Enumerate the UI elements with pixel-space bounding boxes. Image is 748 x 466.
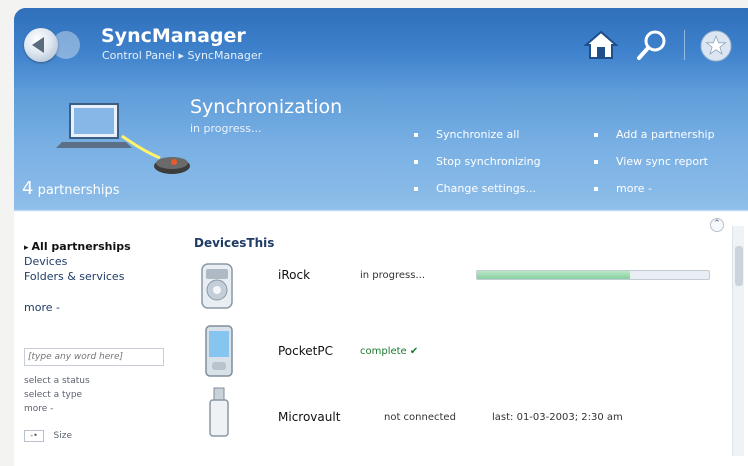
list-header: DevicesThis [194, 236, 275, 250]
syncmanager-window: SyncManager Control Panel ▸ SyncManager [14, 8, 748, 466]
add-partnership-label: Add a partnership [616, 128, 715, 141]
partnerships-count: 4 partnerships [22, 178, 120, 199]
device-name: iRock [278, 268, 311, 282]
back-arrow-icon [32, 37, 44, 53]
collapse-icon[interactable]: ⌃ [710, 218, 724, 232]
synchronize-all-label: Synchronize all [436, 128, 520, 141]
stop-synchronizing-label: Stop synchronizing [436, 155, 541, 168]
sidebar-item-devices[interactable]: Devices [24, 255, 184, 268]
home-icon[interactable] [584, 30, 618, 60]
music-player-icon [201, 263, 233, 309]
star-icon[interactable] [700, 30, 732, 62]
partnerships-number: 4 [22, 178, 34, 199]
sync-status: in progress... [190, 122, 262, 135]
hero-more-label: more - [616, 182, 652, 195]
bullet-icon [414, 133, 418, 137]
search-input[interactable] [24, 348, 164, 366]
pocketpc-icon [205, 325, 233, 377]
change-settings-label: Change settings... [436, 182, 536, 195]
sync-progress-fill [477, 271, 631, 279]
status-select[interactable]: select a status [24, 376, 90, 386]
type-select[interactable]: select a type [24, 390, 82, 400]
hero-more-link[interactable]: more - [594, 182, 652, 195]
breadcrumb[interactable]: Control Panel ▸ SyncManager [102, 49, 262, 62]
sync-title: Synchronization [190, 96, 343, 118]
bullet-icon [594, 187, 598, 191]
computer-sync-illustration [56, 103, 190, 174]
sidebar: All partnerships Devices Folders & servi… [24, 240, 184, 442]
device-name: PocketPC [278, 344, 333, 358]
device-row-microvault[interactable]: Microvault not connected last: 01-03-200… [194, 386, 734, 442]
page-frame: SyncManager Control Panel ▸ SyncManager [0, 0, 748, 466]
size-toggle-icon: -• [24, 430, 44, 442]
bullet-icon [414, 160, 418, 164]
sync-header-band: 4 partnerships Synchronization in progre… [14, 88, 748, 205]
sidebar-more-small-link[interactable]: more - [24, 404, 53, 414]
view-sync-report-link[interactable]: View sync report [594, 155, 708, 168]
sidebar-item-all-partnerships[interactable]: All partnerships [24, 240, 184, 253]
scrollbar-thumb[interactable] [735, 246, 743, 286]
toolbar-divider [684, 30, 685, 60]
app-title: SyncManager [101, 25, 246, 47]
change-settings-link[interactable]: Change settings... [414, 182, 536, 195]
last-sync-text: last: 01-03-2003; 2:30 am [492, 412, 623, 423]
device-name: Microvault [278, 410, 341, 424]
synchronize-all-link[interactable]: Synchronize all [414, 128, 519, 141]
content-panel: ⌃ All partnerships Devices Folders & ser… [14, 212, 748, 466]
device-row-irock[interactable]: iRock in progress... [194, 260, 734, 316]
device-row-pocketpc[interactable]: PocketPC complete ✔ [194, 324, 734, 380]
sidebar-item-folders-services[interactable]: Folders & services [24, 270, 184, 283]
sidebar-more-link[interactable]: more - [24, 301, 184, 314]
size-filter[interactable]: -• Size [24, 428, 124, 446]
view-sync-report-label: View sync report [616, 155, 708, 168]
usb-drive-icon [209, 387, 229, 437]
title-bar: SyncManager Control Panel ▸ SyncManager [14, 8, 748, 88]
stop-synchronizing-link[interactable]: Stop synchronizing [414, 155, 541, 168]
back-button[interactable] [24, 28, 80, 62]
device-status: in progress... [360, 270, 425, 281]
search-icon[interactable] [634, 28, 670, 62]
add-partnership-link[interactable]: Add a partnership [594, 128, 715, 141]
size-label: Size [53, 431, 72, 441]
bullet-icon [414, 187, 418, 191]
device-status: not connected [384, 412, 456, 423]
bullet-icon [594, 133, 598, 137]
device-status: complete ✔ [360, 346, 419, 357]
sync-progress-bar [476, 270, 710, 280]
bullet-icon [594, 160, 598, 164]
partnerships-label: partnerships [37, 183, 120, 198]
